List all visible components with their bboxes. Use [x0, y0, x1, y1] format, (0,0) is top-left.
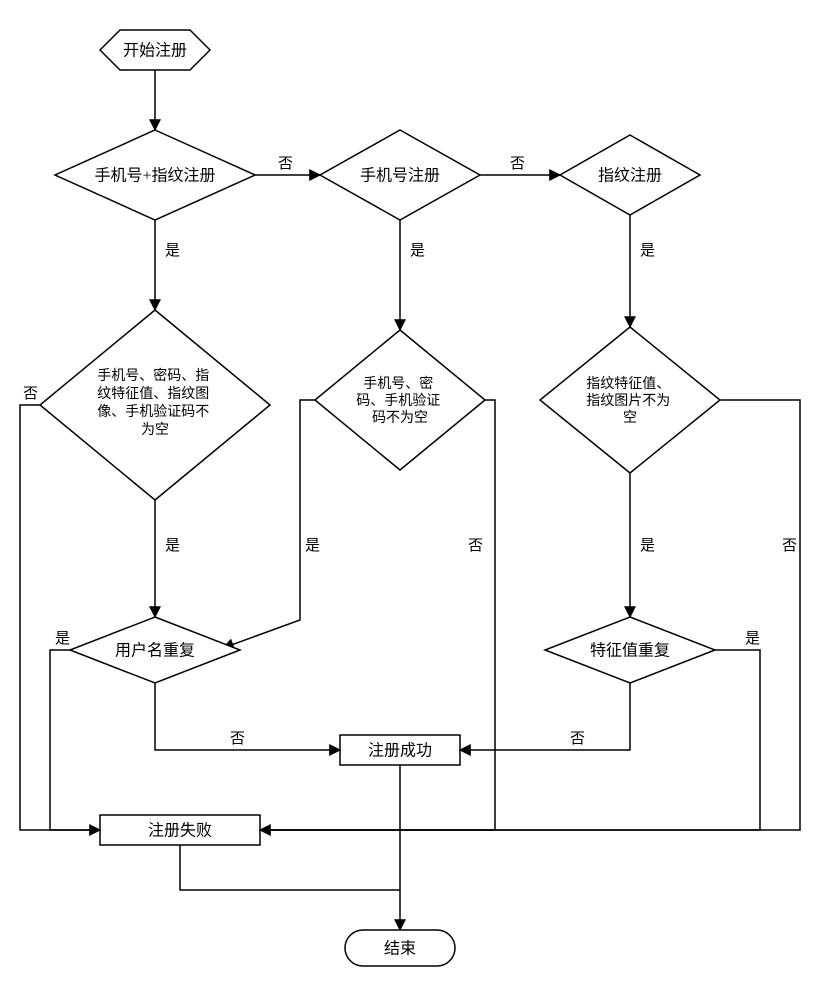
flowchart: 开始注册 手机号+指纹注册 是 否 手机号注册 是 否 指纹注册 是 手机号、密… — [0, 0, 820, 1000]
success-node: 注册成功 — [340, 735, 460, 765]
end-node: 结束 — [345, 930, 455, 966]
d1-yes-label: 是 — [165, 243, 180, 259]
d8-yes-label: 是 — [745, 631, 760, 647]
decision-validate-fingerprint: 指纹特征值、 指纹图片不为 空 — [540, 327, 720, 473]
svg-text:特征值重复: 特征值重复 — [590, 642, 670, 660]
svg-text:手机号+指纹注册: 手机号+指纹注册 — [94, 167, 215, 185]
svg-text:指纹注册: 指纹注册 — [598, 167, 662, 185]
d3-yes-label: 是 — [640, 243, 655, 259]
d6-no-label: 否 — [782, 538, 797, 554]
decision-validate-phone: 手机号、密 码、手机验证 码不为空 — [315, 330, 485, 470]
d8-no-label: 否 — [570, 731, 585, 747]
d1-no-label: 否 — [278, 156, 293, 172]
d5-yes-label: 是 — [305, 538, 320, 554]
decision-username-duplicate: 用户名重复 — [70, 617, 240, 683]
d4-no-label: 否 — [23, 386, 38, 402]
d6-yes-label: 是 — [640, 538, 655, 554]
svg-text:注册失败: 注册失败 — [148, 822, 212, 840]
decision-fingerprint-register: 指纹注册 — [560, 135, 700, 215]
d7-no-label: 否 — [230, 731, 245, 747]
svg-text:用户名重复: 用户名重复 — [115, 642, 195, 660]
svg-text:结束: 结束 — [384, 940, 416, 958]
decision-phone-fingerprint-register: 手机号+指纹注册 — [55, 130, 255, 220]
decision-validate-phone-fingerprint: 手机号、密码、指 纹特征值、指纹图 像、手机验证码不 为空 — [40, 310, 270, 500]
fail-node: 注册失败 — [100, 815, 260, 845]
svg-text:注册成功: 注册成功 — [368, 742, 432, 760]
d2-no-label: 否 — [510, 156, 525, 172]
d5-no-label: 否 — [468, 538, 483, 554]
decision-phone-register: 手机号注册 — [320, 130, 480, 220]
d4-yes-label: 是 — [165, 538, 180, 554]
start-label: 开始注册 — [123, 42, 187, 60]
decision-feature-duplicate: 特征值重复 — [545, 617, 715, 683]
start-node: 开始注册 — [100, 30, 210, 70]
d7-yes-label: 是 — [55, 631, 70, 647]
d2-yes-label: 是 — [410, 243, 425, 259]
svg-text:手机号注册: 手机号注册 — [360, 167, 440, 185]
